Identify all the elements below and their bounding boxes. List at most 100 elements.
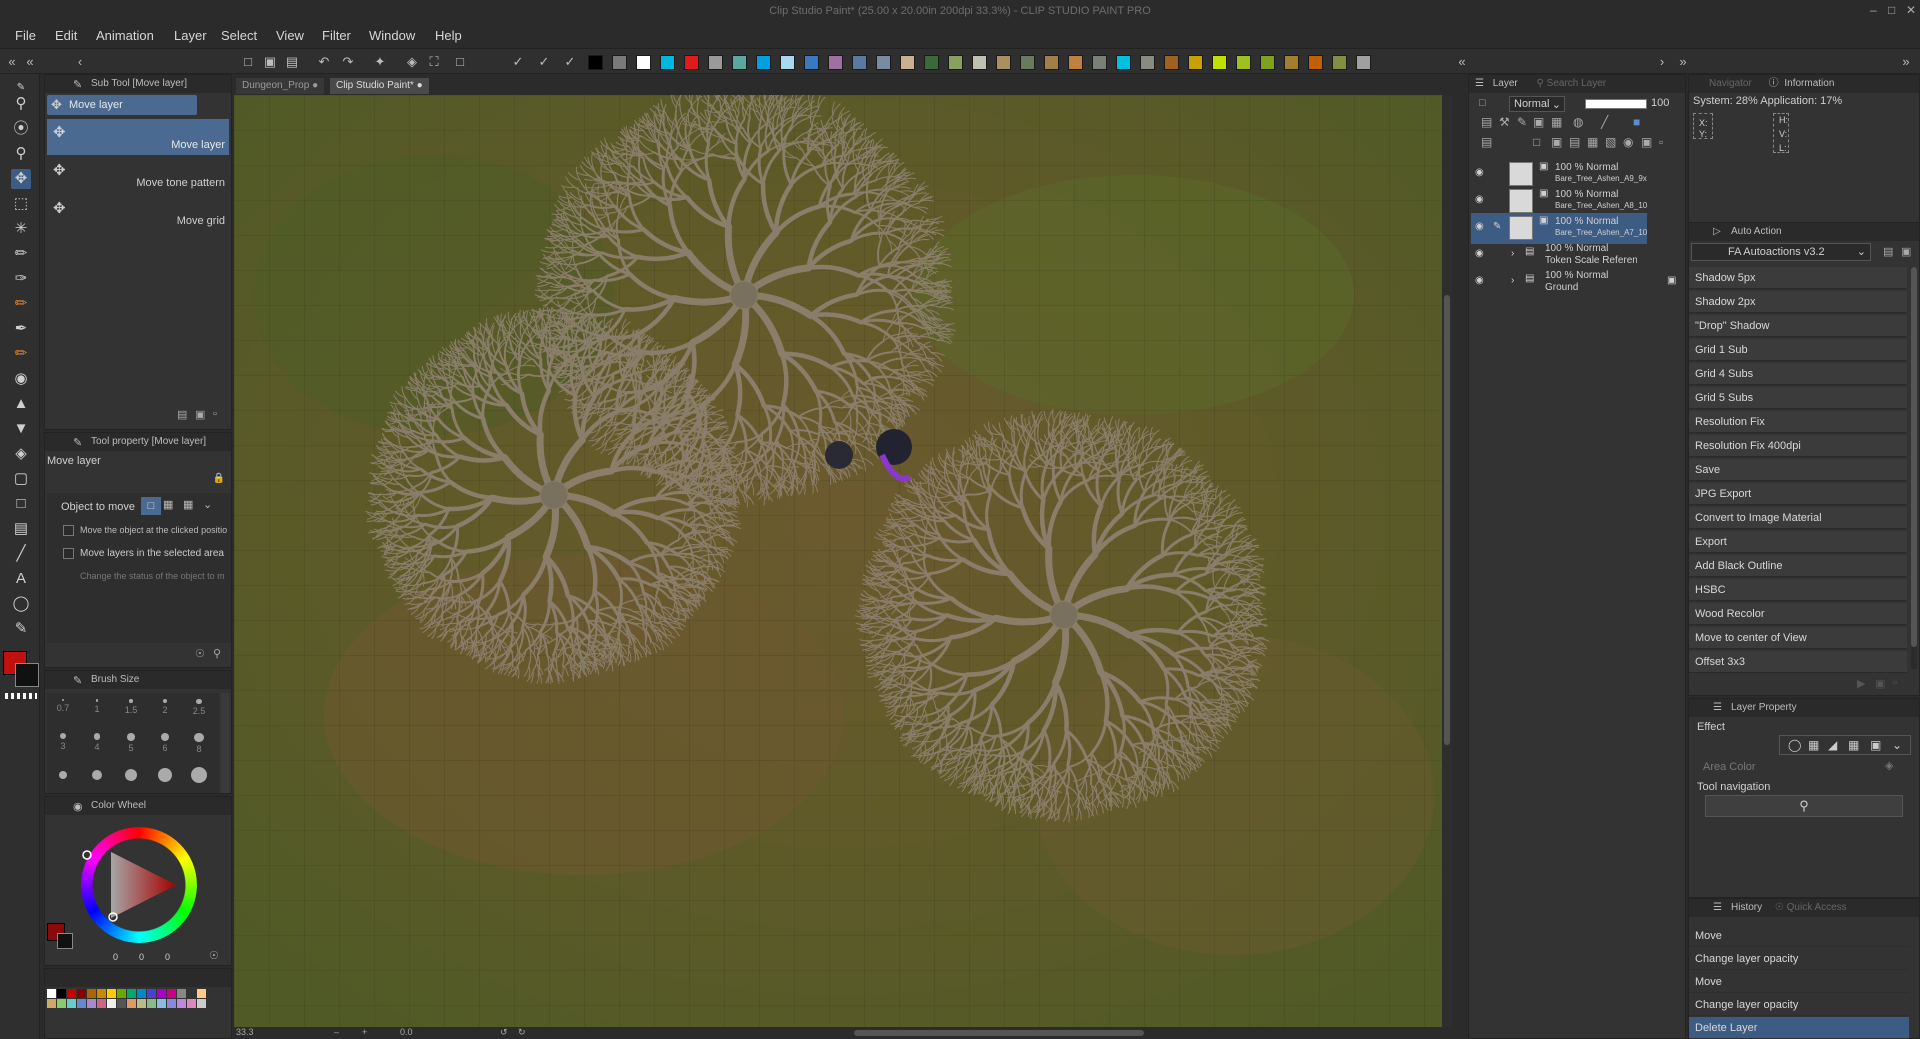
color-swatch[interactable] [660,55,675,70]
checkbox[interactable] [63,548,74,559]
color-swatch[interactable] [1356,55,1371,70]
color-set-swatch[interactable] [137,989,146,998]
delete-subtool-icon[interactable]: ▫ [213,408,217,420]
ruler-toggle-icon[interactable]: □ [452,54,468,70]
menu-view[interactable]: View [276,28,304,43]
color-set-swatch[interactable] [177,999,186,1008]
color-swatch[interactable] [1140,55,1155,70]
color-wheel[interactable] [71,817,207,953]
brush-size-option[interactable]: 6 [149,729,181,761]
airbrush-tool-icon[interactable]: ✏ [11,344,31,364]
color-settings-icon[interactable]: ☉ [209,949,219,962]
color-swatch[interactable] [828,55,843,70]
color-set-swatch[interactable] [157,989,166,998]
fill-tool-icon[interactable]: ◈ [11,444,31,464]
color-set-swatch[interactable] [47,989,56,998]
doc-tab-dungeon[interactable]: Dungeon_Prop ● [236,78,325,94]
menu-animation[interactable]: Animation [96,28,154,43]
color-swatch[interactable] [948,55,963,70]
color-swatch[interactable] [1068,55,1083,70]
menu-layer[interactable]: Layer [174,28,207,43]
color-set-swatch[interactable] [187,989,196,998]
color-set-swatch[interactable] [77,999,86,1008]
menu-select[interactable]: Select [221,28,257,43]
brush-size-option[interactable]: 8 [183,729,215,761]
color-swatch[interactable] [732,55,747,70]
object-grid-option-icon[interactable]: ▦ [183,498,193,511]
option-move-clicked[interactable]: Move the object at the clicked positio [63,525,227,537]
lock-icon[interactable]: 🔒 [213,473,225,484]
brush-size-option[interactable]: 5 [115,729,147,761]
color-swatch[interactable] [924,55,939,70]
color-swatch[interactable] [636,55,651,70]
collapse-right-icon[interactable]: « [1454,54,1470,70]
color-swatch[interactable] [1020,55,1035,70]
brush-tool-icon[interactable]: ✒ [11,319,31,339]
lasso-tool-icon[interactable]: ⦿ [11,119,31,139]
wheel-sub-color[interactable] [57,933,73,949]
color-set-swatch[interactable] [167,999,176,1008]
stamp-tool-icon[interactable]: ▼ [11,419,31,439]
color-set-swatch[interactable] [97,999,106,1008]
collapse-left-icon[interactable]: « [4,54,20,70]
menu-edit[interactable]: Edit [55,28,77,43]
color-set-swatch[interactable] [67,999,76,1008]
collapse-icon[interactable]: « [22,54,38,70]
menu-window[interactable]: Window [369,28,415,43]
reset-icon[interactable]: ☉ [195,647,205,660]
color-swatch[interactable] [1332,55,1347,70]
text-tool-icon[interactable]: A [11,569,31,589]
color-swatch[interactable] [1284,55,1299,70]
transparent-color-swatch[interactable] [5,693,37,699]
color-swatch[interactable] [996,55,1011,70]
clear-icon[interactable]: ✦ [372,54,388,70]
gradient-tool-icon[interactable]: ▢ [11,469,31,489]
balloon-tool-icon[interactable]: ◯ [11,594,31,614]
color-set-swatch[interactable] [147,999,156,1008]
create-subtool-icon[interactable]: ▣ [195,408,205,421]
maximize-icon[interactable]: □ [1888,3,1895,17]
color-swatch[interactable] [1092,55,1107,70]
close-icon[interactable]: ✕ [1906,3,1916,17]
color-set-swatch[interactable] [57,999,66,1008]
zoom-tool-icon[interactable]: ⚲ [11,94,31,114]
color-set-swatch[interactable] [147,989,156,998]
blend-tool-icon[interactable]: ◉ [11,369,31,389]
object-tool-icon[interactable]: ⚲ [11,144,31,164]
color-set-swatch[interactable] [87,999,96,1008]
color-swatch[interactable] [756,55,771,70]
color-set-swatch[interactable] [137,999,146,1008]
color-swatch[interactable] [1188,55,1203,70]
color-set-swatch[interactable] [167,989,176,998]
color-set-swatch[interactable] [117,989,126,998]
color-set-swatch[interactable] [197,989,206,998]
color-swatch[interactable] [1164,55,1179,70]
color-set-swatch[interactable] [107,999,116,1008]
color-set-swatch[interactable] [187,999,196,1008]
color-swatch[interactable] [780,55,795,70]
option-move-selected-area[interactable]: Move layers in the selected area [63,548,224,559]
color-swatch[interactable] [852,55,867,70]
sub-tool-item-move-layer[interactable]: ✥ Move layer [47,119,229,155]
color-swatch[interactable] [1260,55,1275,70]
color-set-swatch[interactable] [127,999,136,1008]
snap-special-ruler-icon[interactable]: ✓ [536,54,552,70]
menu-help[interactable]: Help [435,28,462,43]
brush-size-option[interactable]: 1 [81,695,113,727]
menu-filter[interactable]: Filter [322,28,351,43]
color-swatch[interactable] [1044,55,1059,70]
color-swatch[interactable] [1116,55,1131,70]
sub-color-swatch[interactable] [15,663,39,687]
canvas-area[interactable] [234,95,1452,1027]
brush-size-option[interactable]: 1.5 [115,695,147,727]
brush-size-option[interactable]: 3 [47,729,79,761]
brush-size-option[interactable]: 0.7 [47,695,79,727]
color-swatch[interactable] [1212,55,1227,70]
brush-size-option[interactable]: 2.5 [183,695,215,727]
new-file-icon[interactable]: □ [240,54,256,70]
object-tone-option-icon[interactable]: ▦ [163,498,173,511]
color-set-swatch[interactable] [77,989,86,998]
brush-size-option[interactable]: 4 [81,729,113,761]
sub-tool-tab-active[interactable]: ✥ Move layer [47,95,197,115]
pencil-tool-icon[interactable]: ✏ [11,294,31,314]
